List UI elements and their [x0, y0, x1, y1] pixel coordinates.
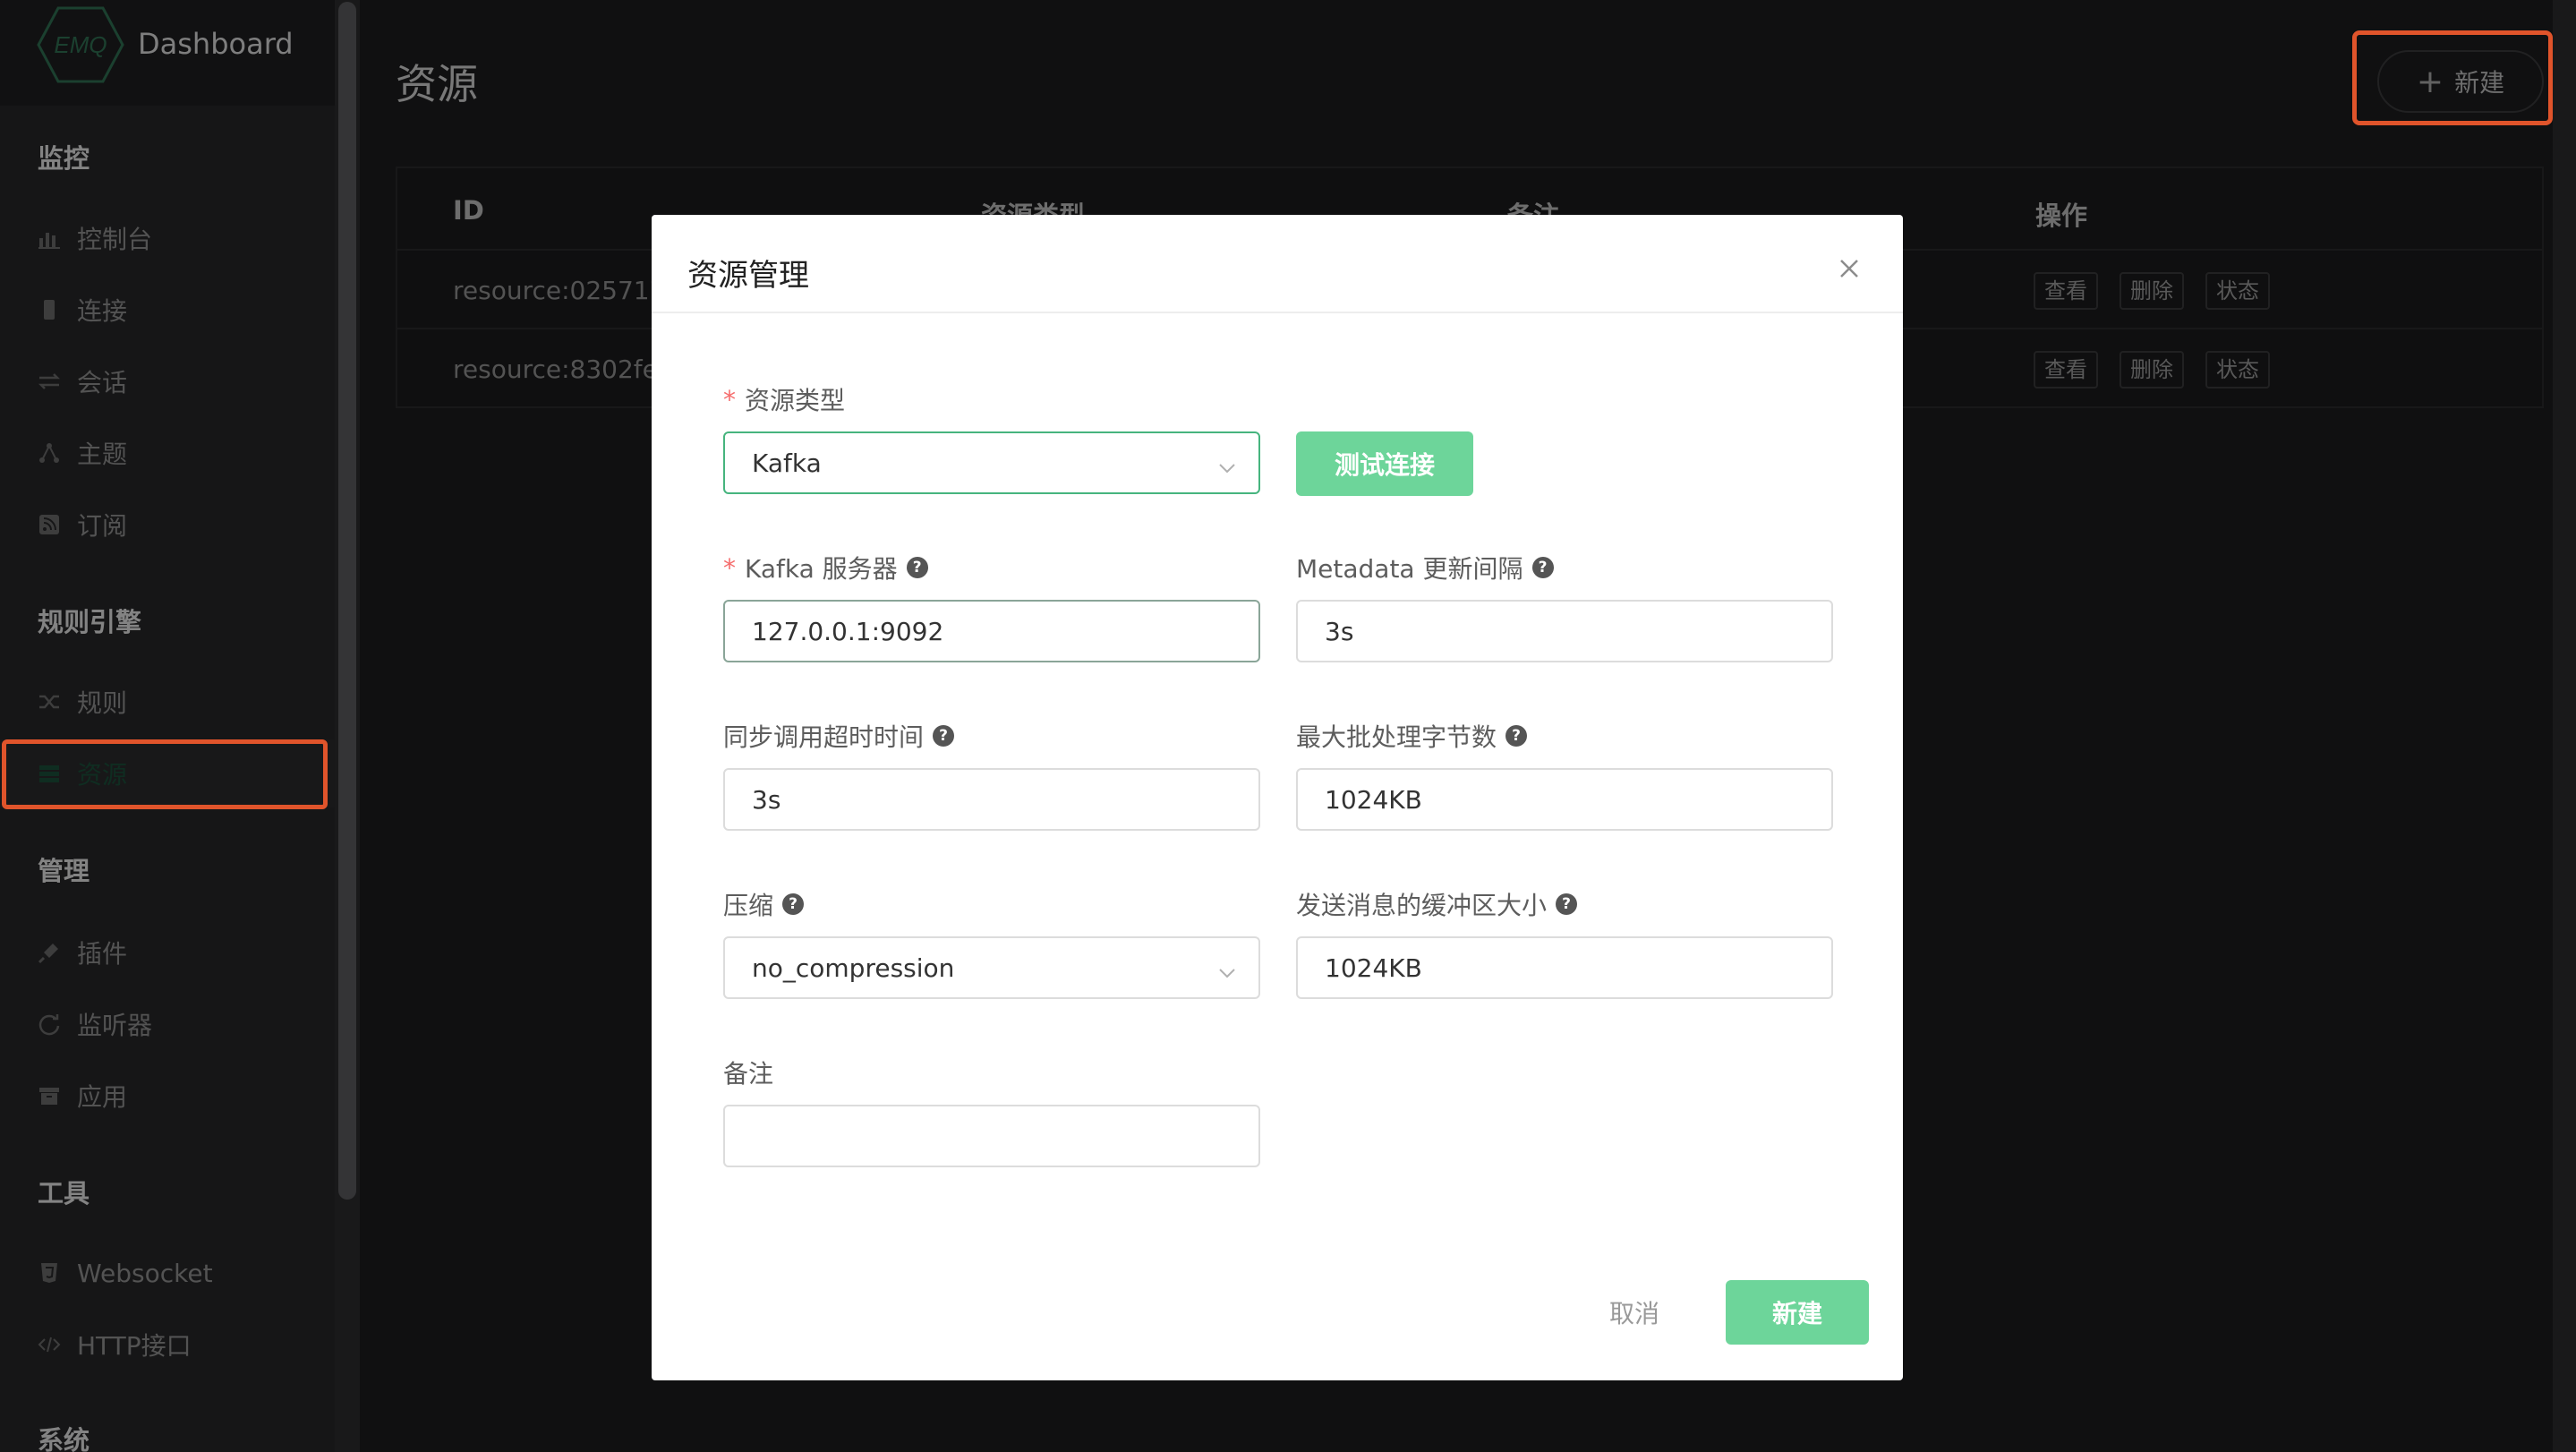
resource-dialog: 资源管理 * 资源类型 Kafka 测试连接 * Kafka 服务器 ? 127…	[652, 215, 1903, 1380]
help-icon[interactable]: ?	[906, 557, 928, 578]
max-batch-bytes-label: 最大批处理字节数 ?	[1296, 718, 1528, 754]
resource-type-value: Kafka	[752, 448, 822, 478]
send-buffer-label-text: 发送消息的缓冲区大小	[1296, 891, 1548, 920]
dialog-title: 资源管理	[687, 258, 809, 294]
metadata-interval-label: Metadata 更新间隔 ?	[1296, 550, 1554, 585]
kafka-server-label-text: Kafka 服务器	[745, 554, 898, 584]
required-mark: *	[723, 552, 736, 583]
resource-type-label-text: 资源类型	[745, 386, 846, 415]
new-button-highlight-box	[2352, 30, 2553, 125]
help-icon[interactable]: ?	[782, 893, 805, 915]
compression-select[interactable]: no_compression	[723, 936, 1260, 999]
send-buffer-label: 发送消息的缓冲区大小 ?	[1296, 886, 1578, 922]
compression-label: 压缩 ?	[723, 886, 805, 922]
help-icon[interactable]: ?	[1556, 893, 1578, 915]
sync-timeout-label-text: 同步调用超时时间	[723, 722, 925, 752]
help-icon[interactable]: ?	[1506, 725, 1528, 747]
max-batch-bytes-label-text: 最大批处理字节数	[1296, 722, 1497, 752]
metadata-interval-input[interactable]: 3s	[1296, 600, 1833, 662]
chevron-down-icon	[1217, 960, 1237, 979]
required-mark: *	[723, 384, 736, 414]
note-label: 备注	[723, 1055, 773, 1090]
send-buffer-input[interactable]: 1024KB	[1296, 936, 1833, 999]
sync-timeout-value: 3s	[752, 784, 781, 815]
kafka-server-label: * Kafka 服务器 ?	[723, 550, 928, 585]
help-icon[interactable]: ?	[1531, 557, 1554, 578]
test-connection-button[interactable]: 测试连接	[1296, 431, 1473, 496]
note-input[interactable]	[723, 1105, 1260, 1167]
sync-timeout-label: 同步调用超时时间 ?	[723, 718, 955, 754]
compression-value: no_compression	[752, 952, 955, 983]
create-button[interactable]: 新建	[1726, 1280, 1869, 1345]
sync-timeout-input[interactable]: 3s	[723, 768, 1260, 831]
compression-label-text: 压缩	[723, 891, 774, 920]
resource-type-label: * 资源类型	[723, 381, 845, 417]
kafka-server-input[interactable]: 127.0.0.1:9092	[723, 600, 1260, 662]
max-batch-bytes-value: 1024KB	[1325, 784, 1422, 815]
send-buffer-value: 1024KB	[1325, 952, 1422, 983]
chevron-down-icon	[1217, 455, 1237, 474]
cancel-button[interactable]: 取消	[1581, 1285, 1688, 1339]
metadata-interval-label-text: Metadata 更新间隔	[1296, 554, 1523, 584]
max-batch-bytes-input[interactable]: 1024KB	[1296, 768, 1833, 831]
close-icon[interactable]	[1833, 252, 1865, 285]
dialog-divider	[652, 312, 1903, 313]
help-icon[interactable]: ?	[933, 725, 955, 747]
metadata-interval-value: 3s	[1325, 616, 1354, 646]
kafka-server-value: 127.0.0.1:9092	[752, 616, 944, 646]
sidebar-highlight-box	[2, 739, 328, 809]
note-label-text: 备注	[723, 1059, 774, 1089]
resource-type-select[interactable]: Kafka	[723, 431, 1260, 494]
